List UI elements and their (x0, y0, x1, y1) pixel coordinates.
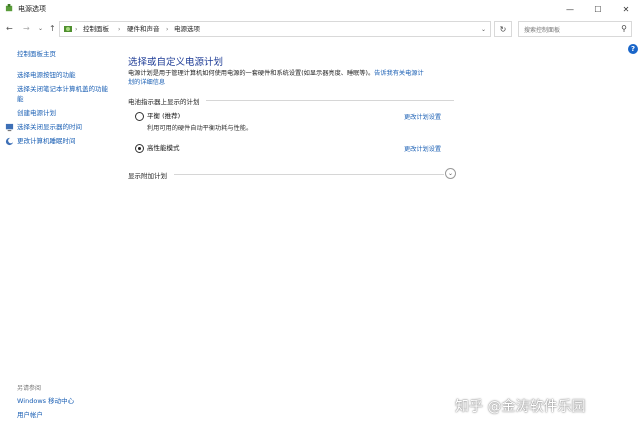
refresh-button[interactable]: ↻ (494, 21, 512, 37)
expand-chevron-icon[interactable]: ⌄ (445, 168, 456, 179)
learn-more-link[interactable]: 告诉我有关电源计 (374, 70, 424, 77)
sidebar-item-lid-close[interactable]: 选择关闭笔记本计算机盖的功能 (17, 85, 108, 94)
recent-locations-button[interactable]: ⌄ (38, 23, 43, 35)
plan-radio-high-performance[interactable] (135, 144, 144, 153)
plan-description: 利用可用的硬件自动平衡功耗与性能。 (147, 125, 253, 132)
address-bar[interactable]: › 控制面板 › 硬件和声音 › 电源选项 ⌄ (59, 21, 491, 37)
divider (206, 100, 454, 101)
show-additional-plans-label[interactable]: 显示附加计划 (128, 170, 167, 180)
plan-row-balanced: 平衡 (推荐) 利用可用的硬件自动平衡功耗与性能。 更改计划设置 (135, 112, 455, 134)
breadcrumb-item[interactable]: 控制面板 (83, 24, 109, 35)
close-button[interactable]: ✕ (612, 0, 640, 18)
page-title: 选择或自定义电源计划 (128, 57, 224, 68)
page-description: 电源计划是用于管理计算机如何使用电源的一套硬件和系统设置(如显示器亮度、睡眠等)… (128, 69, 458, 87)
watermark: 知乎 @金涛软件乐园 (455, 399, 586, 415)
learn-more-link-cont[interactable]: 划的详细信息 (128, 79, 165, 86)
sidebar-item-power-button[interactable]: 选择电源按钮的功能 (17, 71, 76, 80)
maximize-button[interactable]: ☐ (584, 0, 612, 18)
breadcrumb-separator-icon: › (75, 26, 78, 33)
breadcrumb-separator-icon: › (166, 26, 169, 33)
sidebar-item-home[interactable]: 控制面板主页 (17, 50, 56, 59)
help-icon[interactable]: ? (628, 44, 638, 54)
up-button[interactable]: ↑ (49, 23, 56, 35)
search-input[interactable]: 搜索控制面板 ⚲ (518, 21, 632, 37)
see-also-title: 另请参阅 (17, 385, 42, 392)
sidebar-item-mobility-center[interactable]: Windows 移动中心 (17, 397, 74, 406)
change-plan-settings-link[interactable]: 更改计划设置 (404, 144, 441, 153)
sidebar-item-lid-close-cont[interactable]: 能 (17, 95, 24, 104)
address-dropdown-icon[interactable]: ⌄ (481, 24, 486, 35)
section-title: 电池指示器上显示的计划 (128, 98, 200, 106)
plan-name[interactable]: 高性能模式 (147, 144, 180, 153)
sidebar: 控制面板主页 选择电源按钮的功能 选择关闭笔记本计算机盖的功能 能 创建电源计划… (0, 40, 118, 433)
monitor-icon (5, 123, 14, 132)
sidebar-item-user-accounts[interactable]: 用户帐户 (17, 411, 43, 420)
moon-icon (5, 137, 14, 146)
search-icon: ⚲ (621, 24, 627, 33)
sidebar-item-create-plan[interactable]: 创建电源计划 (17, 109, 56, 118)
plan-radio-balanced[interactable] (135, 112, 144, 121)
window-title: 电源选项 (18, 5, 46, 13)
minimize-button[interactable]: — (556, 0, 584, 18)
search-placeholder: 搜索控制面板 (524, 27, 561, 34)
title-bar: 电源选项 — ☐ ✕ (0, 0, 640, 18)
control-panel-icon (64, 26, 72, 32)
plan-row-high-performance: 高性能模式 更改计划设置 (135, 144, 455, 166)
back-button[interactable]: ← (6, 23, 13, 35)
divider (174, 174, 444, 175)
breadcrumb-item[interactable]: 电源选项 (174, 24, 200, 35)
forward-button[interactable]: → (23, 23, 30, 35)
address-bar-row: ← → ⌄ ↑ › 控制面板 › 硬件和声音 › 电源选项 ⌄ ↻ 搜索控制面板… (0, 19, 640, 39)
power-options-icon (5, 4, 13, 12)
description-text: 电源计划是用于管理计算机如何使用电源的一套硬件和系统设置(如显示器亮度、睡眠等)… (128, 70, 375, 77)
sidebar-item-display-off[interactable]: 选择关闭显示器的时间 (17, 123, 82, 132)
plan-name[interactable]: 平衡 (推荐) (147, 112, 180, 121)
breadcrumb-separator-icon: › (118, 26, 121, 33)
sidebar-item-sleep-time[interactable]: 更改计算机睡眠时间 (17, 137, 76, 146)
change-plan-settings-link[interactable]: 更改计划设置 (404, 112, 441, 121)
breadcrumb-item[interactable]: 硬件和声音 (127, 24, 160, 35)
